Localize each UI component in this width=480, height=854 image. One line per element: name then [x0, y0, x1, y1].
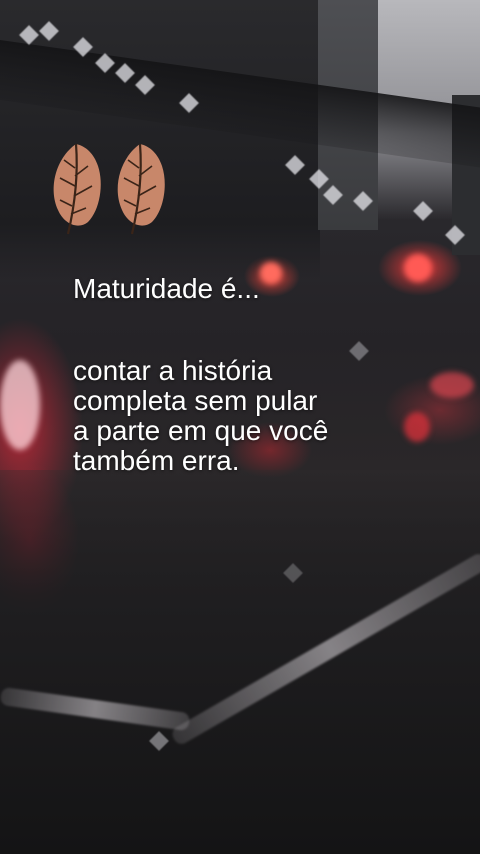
- quote-text-block: Maturidade é... contar a história comple…: [73, 274, 433, 476]
- leaf-icon: [117, 143, 165, 235]
- quote-line: contar a história: [73, 355, 273, 386]
- quote-line: completa sem pular: [73, 385, 318, 416]
- quote-title: Maturidade é...: [73, 273, 260, 304]
- road-surface: [0, 470, 480, 854]
- quote-line: a parte em que você: [73, 415, 329, 446]
- quote-line: também erra.: [73, 445, 240, 476]
- car-light-glow: [430, 372, 474, 398]
- leaf-icon: [53, 143, 101, 235]
- leaf-icons: [53, 143, 165, 235]
- story-screen[interactable]: Maturidade é... contar a história comple…: [0, 0, 480, 854]
- car-light-glow: [0, 360, 40, 450]
